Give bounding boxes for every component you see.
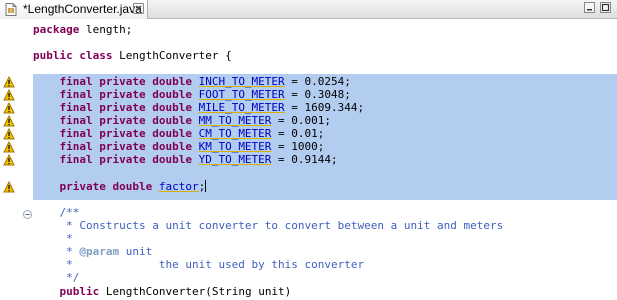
warning-marker-icon[interactable]: [3, 181, 15, 193]
code-line: public class LengthConverter {: [33, 49, 617, 62]
code-text: LengthConverter(String unit): [99, 285, 292, 298]
warning-marker-icon[interactable]: [3, 154, 15, 166]
comment-text: unit: [119, 245, 153, 258]
keyword: final private double: [59, 88, 192, 101]
code-line: final private double FOOT_TO_METER = 0.3…: [33, 88, 617, 101]
fold-toggle-icon[interactable]: [23, 210, 32, 219]
code-text: = 0.9144;: [271, 153, 338, 166]
code-text: = 0.001;: [271, 114, 332, 127]
field-name: CM_TO_METER: [198, 127, 272, 140]
keyword: public: [33, 49, 73, 62]
close-icon[interactable]: [133, 3, 144, 14]
code-line: private double factor;: [33, 180, 617, 193]
field-name: factor: [158, 180, 199, 193]
comment-text: /**: [59, 206, 80, 219]
keyword: final private double: [59, 101, 192, 114]
comment-text: *: [59, 245, 80, 258]
tab-title: *LengthConverter.java: [23, 2, 142, 16]
code-line: final private double YD_TO_METER = 0.914…: [33, 153, 617, 166]
keyword: final private double: [59, 75, 192, 88]
warning-marker-icon[interactable]: [3, 141, 15, 153]
keyword: final private double: [59, 140, 192, 153]
java-file-icon: J: [5, 3, 17, 16]
warning-marker-icon[interactable]: [3, 128, 15, 140]
code-text: = 1000;: [271, 140, 325, 153]
code-line: /**: [33, 206, 617, 219]
warning-marker-icon[interactable]: [3, 76, 15, 88]
editor-tab-bar: J *LengthConverter.java: [0, 0, 617, 19]
text-caret: [205, 180, 207, 192]
code-text: = 0.3048;: [284, 88, 351, 101]
field-name: MILE_TO_METER: [198, 101, 285, 114]
code-line: final private double CM_TO_METER = 0.01;: [33, 127, 617, 140]
maximize-icon[interactable]: [600, 2, 611, 13]
code-text: = 0.01;: [271, 127, 325, 140]
comment-text: * the unit used by this converter: [59, 258, 365, 271]
code-editor[interactable]: package length; public class LengthConve…: [0, 20, 617, 300]
javadoc-tag: @param: [79, 245, 120, 258]
keyword: private double: [59, 180, 153, 193]
tab-length-converter[interactable]: J *LengthConverter.java: [0, 0, 148, 19]
code-line: *: [33, 232, 617, 245]
keyword: final private double: [59, 127, 192, 140]
warning-marker-icon[interactable]: [3, 89, 15, 101]
comment-text: */: [59, 271, 80, 284]
code-line: * Constructs a unit converter to convert…: [33, 219, 617, 232]
code-line: final private double KM_TO_METER = 1000;: [33, 140, 617, 153]
code-text: = 1609.344;: [284, 101, 365, 114]
code-line: package length;: [33, 23, 617, 36]
keyword: public: [59, 285, 100, 298]
code-line: * @param unit: [33, 245, 617, 258]
comment-text: * Constructs a unit converter to convert…: [59, 219, 504, 232]
code-line: public LengthConverter(String unit): [33, 285, 617, 298]
code-line: */: [33, 271, 617, 284]
svg-text:J: J: [9, 9, 11, 15]
code-line: * the unit used by this converter: [33, 258, 617, 271]
warning-marker-icon[interactable]: [3, 115, 15, 127]
keyword: final private double: [59, 114, 192, 127]
warning-marker-icon[interactable]: [3, 102, 15, 114]
code-text: length;: [79, 23, 133, 36]
keyword: package: [33, 23, 80, 36]
code-text: LengthConverter {: [112, 49, 232, 62]
code-text: ;: [198, 180, 206, 193]
field-name: INCH_TO_METER: [198, 75, 285, 88]
minimize-icon[interactable]: [584, 2, 595, 13]
code-line: final private double MM_TO_METER = 0.001…: [33, 114, 617, 127]
field-name: MM_TO_METER: [198, 114, 272, 127]
field-name: FOOT_TO_METER: [198, 88, 285, 101]
code-text: = 0.0254;: [284, 75, 351, 88]
code-line: final private double INCH_TO_METER = 0.0…: [33, 75, 617, 88]
comment-text: *: [59, 232, 73, 245]
field-name: YD_TO_METER: [198, 153, 272, 166]
code-line: final private double MILE_TO_METER = 160…: [33, 101, 617, 114]
keyword: final private double: [59, 153, 192, 166]
keyword: class: [79, 49, 113, 62]
field-name: KM_TO_METER: [198, 140, 272, 153]
